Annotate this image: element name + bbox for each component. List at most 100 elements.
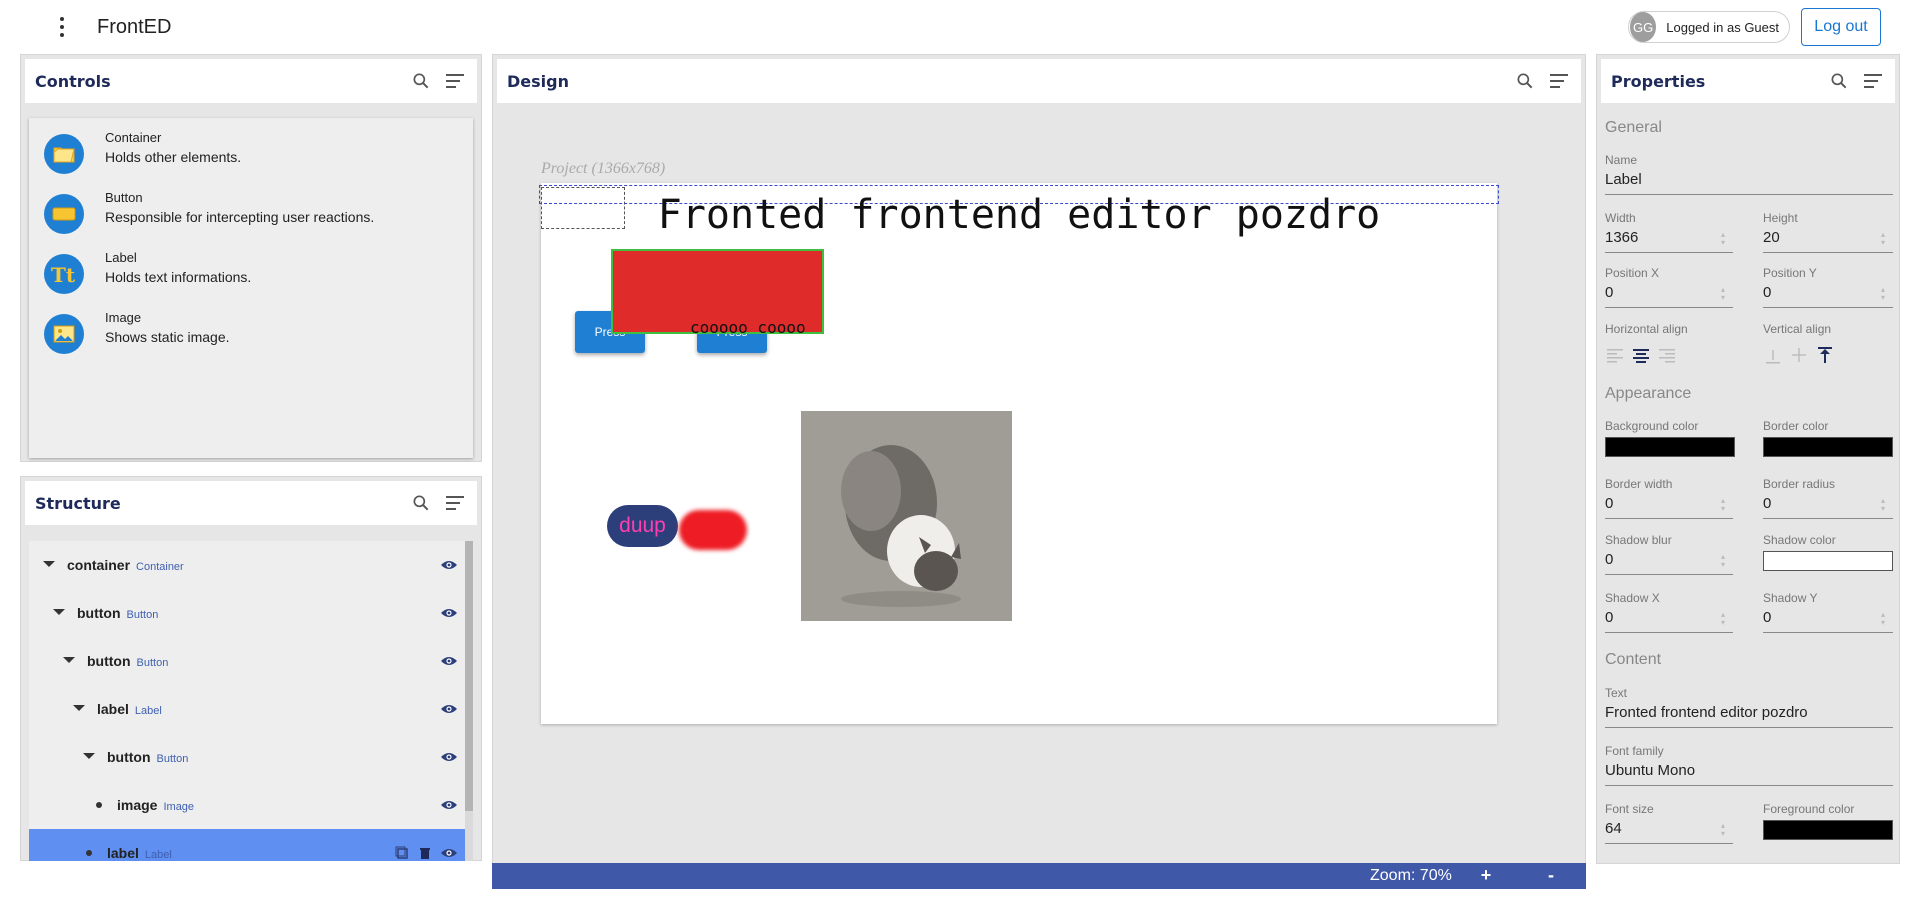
visibility-icon[interactable]: [441, 750, 457, 764]
stepper-icon[interactable]: ▴ ▾: [1881, 497, 1885, 513]
canvas-heading-label[interactable]: Fronted frontend editor pozdro: [541, 192, 1497, 238]
field-value[interactable]: 0: [1605, 551, 1613, 568]
text-field[interactable]: Text Fronted frontend editor pozdro: [1605, 686, 1893, 728]
field-label: Horizontal align: [1605, 322, 1688, 336]
stepper-icon[interactable]: ▴ ▾: [1721, 231, 1725, 247]
field-value[interactable]: 0: [1605, 284, 1613, 301]
align-top-icon[interactable]: [1815, 345, 1835, 365]
align-left-icon[interactable]: [1605, 345, 1625, 365]
stepper-icon[interactable]: ▴ ▾: [1881, 611, 1885, 627]
canvas-red-blob[interactable]: [679, 510, 747, 550]
delete-icon[interactable]: [418, 846, 432, 860]
field-value[interactable]: 64: [1605, 820, 1622, 837]
position-y-field[interactable]: Position Y 0 ▴ ▾: [1763, 266, 1893, 308]
align-middle-icon[interactable]: [1789, 345, 1809, 365]
tree-item[interactable]: label Label: [29, 685, 465, 733]
collapse-toggle-icon[interactable]: [63, 657, 75, 663]
stepper-icon[interactable]: ▴ ▾: [1721, 497, 1725, 513]
stepper-icon[interactable]: ▴ ▾: [1721, 286, 1725, 302]
font-family-field[interactable]: Font family Ubuntu Mono: [1605, 744, 1893, 786]
tree-item[interactable]: button Button: [29, 589, 465, 637]
align-center-icon[interactable]: [1631, 345, 1651, 365]
border-radius-field[interactable]: Border radius 0 ▴ ▾: [1763, 477, 1893, 519]
shadow-x-field[interactable]: Shadow X 0 ▴ ▾: [1605, 591, 1733, 633]
stepper-icon[interactable]: ▴ ▾: [1721, 553, 1725, 569]
visibility-icon[interactable]: [441, 846, 457, 860]
collapse-toggle-icon[interactable]: [53, 609, 65, 615]
border-color-field[interactable]: Border color: [1763, 419, 1893, 457]
border-color-swatch[interactable]: [1763, 437, 1893, 457]
field-value[interactable]: Label: [1605, 171, 1642, 188]
field-value[interactable]: 0: [1763, 284, 1771, 301]
position-x-field[interactable]: Position X 0 ▴ ▾: [1605, 266, 1733, 308]
sort-icon[interactable]: [443, 491, 467, 515]
shadow-color-field[interactable]: Shadow color: [1763, 533, 1893, 571]
background-color-swatch[interactable]: [1605, 437, 1735, 457]
border-width-field[interactable]: Border width 0 ▴ ▾: [1605, 477, 1733, 519]
collapse-toggle-icon[interactable]: [83, 753, 95, 759]
control-item-image[interactable]: Image Shows static image.: [29, 308, 473, 356]
field-value[interactable]: 0: [1605, 609, 1613, 626]
tree-item[interactable]: button Button: [29, 733, 465, 781]
zoom-out-button[interactable]: -: [1541, 865, 1561, 886]
search-icon[interactable]: [1513, 69, 1537, 93]
stepper-icon[interactable]: ▴ ▾: [1881, 286, 1885, 302]
field-value[interactable]: 0: [1763, 609, 1771, 626]
visibility-icon[interactable]: [441, 798, 457, 812]
sort-icon[interactable]: [443, 69, 467, 93]
field-value[interactable]: 0: [1605, 495, 1613, 512]
field-value[interactable]: 1366: [1605, 229, 1638, 246]
logout-button[interactable]: Log out: [1801, 8, 1881, 46]
name-field[interactable]: Name Label: [1605, 153, 1893, 195]
control-desc: Holds text informations.: [105, 269, 252, 285]
sort-icon[interactable]: [1861, 69, 1885, 93]
user-chip[interactable]: GG Logged in as Guest: [1628, 11, 1790, 43]
shadow-blur-field[interactable]: Shadow blur 0 ▴ ▾: [1605, 533, 1733, 575]
field-value[interactable]: 0: [1763, 495, 1771, 512]
control-desc: Holds other elements.: [105, 149, 242, 165]
visibility-icon[interactable]: [441, 702, 457, 716]
field-value[interactable]: 20: [1763, 229, 1780, 246]
canvas-red-label[interactable]: cooooo coooo: [690, 318, 806, 337]
collapse-toggle-icon[interactable]: [43, 561, 55, 567]
tree-item[interactable]: button Button: [29, 637, 465, 685]
tree-item[interactable]: image Image: [29, 781, 465, 829]
search-icon[interactable]: [1827, 69, 1851, 93]
copy-icon[interactable]: [395, 846, 409, 860]
field-value[interactable]: Ubuntu Mono: [1605, 762, 1695, 779]
align-bottom-icon[interactable]: [1763, 345, 1783, 365]
canvas-pill-button[interactable]: duup: [607, 505, 678, 547]
visibility-icon[interactable]: [441, 606, 457, 620]
structure-scrollbar[interactable]: [465, 541, 473, 861]
zoom-in-button[interactable]: +: [1476, 865, 1496, 886]
background-color-field[interactable]: Background color: [1605, 419, 1735, 457]
stepper-icon[interactable]: ▴ ▾: [1721, 611, 1725, 627]
foreground-color-field[interactable]: Foreground color: [1763, 802, 1893, 840]
visibility-icon[interactable]: [441, 654, 457, 668]
height-field[interactable]: Height 20 ▴ ▾: [1763, 211, 1893, 253]
shadow-y-field[interactable]: Shadow Y 0 ▴ ▾: [1763, 591, 1893, 633]
search-icon[interactable]: [409, 491, 433, 515]
stepper-icon[interactable]: ▴ ▾: [1721, 822, 1725, 838]
visibility-icon[interactable]: [441, 558, 457, 572]
more-vert-icon[interactable]: [50, 15, 74, 39]
scrollbar-thumb[interactable]: [465, 541, 473, 811]
align-right-icon[interactable]: [1657, 345, 1677, 365]
control-item-button[interactable]: Button Responsible for intercepting user…: [29, 188, 473, 236]
field-value[interactable]: Fronted frontend editor pozdro: [1605, 704, 1808, 721]
sort-icon[interactable]: [1547, 69, 1571, 93]
width-field[interactable]: Width 1366 ▴ ▾: [1605, 211, 1733, 253]
collapse-toggle-icon[interactable]: [73, 705, 85, 711]
font-size-field[interactable]: Font size 64 ▴ ▾: [1605, 802, 1733, 844]
tree-item[interactable]: container Container: [29, 541, 465, 589]
field-label: Height: [1763, 211, 1798, 225]
search-icon[interactable]: [409, 69, 433, 93]
tree-item-selected[interactable]: label Label: [29, 829, 465, 861]
shadow-color-swatch[interactable]: [1763, 551, 1893, 571]
stepper-icon[interactable]: ▴ ▾: [1881, 231, 1885, 247]
foreground-color-swatch[interactable]: [1763, 820, 1893, 840]
canvas-cat-image[interactable]: [801, 411, 1012, 621]
control-item-label[interactable]: Tt Label Holds text informations.: [29, 248, 473, 296]
tree-item-label: container Container: [67, 557, 184, 573]
control-item-container[interactable]: Container Holds other elements.: [29, 128, 473, 176]
